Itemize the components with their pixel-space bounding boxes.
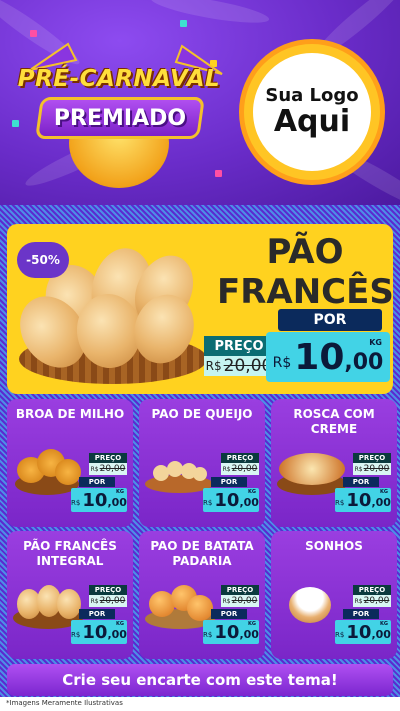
product-card[interactable]: PÃO FRANCÊS INTEGRAL PREÇO R$ 20,00 POR R$ 10,… [7,531,133,659]
old-price-value: 20,00 [231,596,258,606]
product-title: PAO DE BATATA PADARIA [150,539,254,568]
price-integer: 10 [214,621,240,643]
product-title: BROA DE MILHO [15,407,125,421]
logo-text-line2: Aqui [273,104,351,140]
price-label: PREÇO [221,585,259,595]
product-title: SONHOS [305,539,363,553]
carnival-badge: PRÉ-CARNAVAL PREMIADO [14,40,224,190]
hero-title-line2: FRANCÊS [217,272,393,312]
price-currency: R$ [71,630,81,639]
price-unit: KG [369,338,382,347]
header-banner: PRÉ-CARNAVAL PREMIADO Sua Logo Aqui [0,0,400,205]
old-price: R$ 20,00 [353,463,391,475]
price-integer: 10 [346,489,372,511]
old-price: R$ 20,00 [353,595,391,607]
price-integer: 10 [82,489,108,511]
price-label: PREÇO [204,336,274,356]
price-cents: ,00 [239,495,259,509]
product-price: R$ 10,00 KG [335,488,391,512]
por-label: POR [343,609,379,619]
hero-title: PÃO FRANCÊS [217,232,393,312]
confetti [180,20,187,27]
old-price-currency: R$ [90,465,99,473]
por-label: POR [211,609,247,619]
old-price: R$ 20,00 [89,463,127,475]
footer: *Imagens Meramente Ilustrativas [0,697,400,711]
price-currency: R$ [71,498,81,507]
old-price-currency: R$ [222,465,231,473]
badge-subtitle-box: PREMIADO [35,97,205,139]
product-title: ROSCA COM CREME [293,407,375,436]
old-price-currency: R$ [90,597,99,605]
price-label: PREÇO [221,453,259,463]
product-price: R$ 10,00 KG [71,620,127,644]
price-unit: KG [116,489,124,495]
old-price-value: 20,00 [99,464,126,474]
price-currency: R$ [335,630,345,639]
product-price: R$ 10,00 KG [335,620,391,644]
old-price: R$ 20,00 [204,356,274,376]
price-currency: R$ [203,630,213,639]
price-label: PREÇO [89,585,127,595]
old-price-value: 20,00 [99,596,126,606]
price-integer: 10 [294,336,345,378]
por-label: POR [79,609,115,619]
footer-note: *Imagens Meramente Ilustrativas [6,699,123,707]
price-unit: KG [380,621,388,627]
price-currency: R$ [272,355,292,371]
palm-leaf-decoration [149,0,271,29]
price-integer: 10 [346,621,372,643]
price-currency: R$ [335,498,345,507]
product-title: PÃO FRANCÊS INTEGRAL [23,539,117,568]
badge-subtitle: PREMIADO [53,105,187,131]
old-price: R$ 20,00 [89,595,127,607]
price-cents: ,00 [371,627,391,641]
product-card[interactable]: ROSCA COM CREME PREÇO R$ 20,00 POR R$ 10,00 KG [271,399,397,527]
price-unit: KG [248,489,256,495]
price-cents: ,00 [371,495,391,509]
price-label: PREÇO [89,453,127,463]
hero-price: R$ 10 ,00 KG [266,332,390,382]
price-label: PREÇO [353,585,391,595]
price-cents: ,00 [344,349,384,375]
price-cents: ,00 [107,495,127,509]
product-card[interactable]: PAO DE BATATA PADARIA PREÇO R$ 20,00 POR R$ 10… [139,531,265,659]
product-card[interactable]: PAO DE QUEIJO PREÇO R$ 20,00 POR R$ 10,00 KG [139,399,265,527]
por-label: POR [343,477,379,487]
confetti [30,30,37,37]
por-label: POR [278,309,382,331]
old-price-currency: R$ [205,359,222,373]
old-price-value: 20,00 [363,464,390,474]
price-integer: 10 [214,489,240,511]
old-price-currency: R$ [222,597,231,605]
old-price-value: 20,00 [363,596,390,606]
price-cents: ,00 [239,627,259,641]
price-currency: R$ [203,498,213,507]
old-price: R$ 20,00 [221,595,259,607]
old-price: R$ 20,00 [221,463,259,475]
por-label: POR [79,477,115,487]
cta-button[interactable]: Crie seu encarte com este tema! [7,664,393,696]
price-unit: KG [248,621,256,627]
product-price: R$ 10,00 KG [203,620,259,644]
old-price-currency: R$ [354,597,363,605]
old-price-value: 20,00 [231,464,258,474]
badge-title: PRÉ-CARNAVAL [17,66,221,92]
discount-badge: -50% [17,242,69,278]
price-cents: ,00 [107,627,127,641]
price-label: PREÇO [353,453,391,463]
price-unit: KG [380,489,388,495]
hero-title-line1: PÃO [266,232,344,272]
product-card[interactable]: BROA DE MILHO PREÇO R$ 20,00 POR R$ 10,00 KG [7,399,133,527]
logo-text-line1: Sua Logo [265,84,359,106]
product-price: R$ 10,00 KG [71,488,127,512]
product-title: PAO DE QUEIJO [151,407,253,421]
old-price-currency: R$ [354,465,363,473]
product-card[interactable]: SONHOS PREÇO R$ 20,00 POR R$ 10,00 KG [271,531,397,659]
product-price: R$ 10,00 KG [203,488,259,512]
por-label: POR [211,477,247,487]
price-integer: 10 [82,621,108,643]
logo-placeholder[interactable]: Sua Logo Aqui [244,44,380,180]
price-unit: KG [116,621,124,627]
